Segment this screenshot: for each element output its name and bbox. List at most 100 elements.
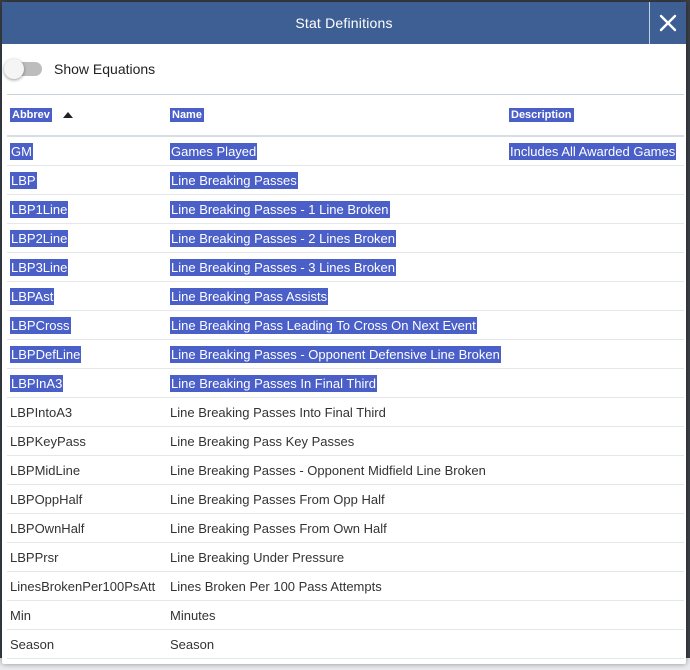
cell-abbrev-text: LBPPrsr <box>10 549 59 565</box>
cell-abbrev: LBP <box>7 165 167 195</box>
cell-description-text: Includes All Awarded Games <box>509 142 677 160</box>
cell-name-text: Line Breaking Passes From Own Half <box>170 520 387 536</box>
table-row[interactable]: LBPIntoA3 Line Breaking Passes Into Final… <box>7 397 684 427</box>
table-row[interactable]: LBPCross Line Breaking Pass Leading To Cr… <box>7 310 684 340</box>
cell-description <box>506 629 684 659</box>
toggle-knob <box>4 59 24 79</box>
table-body: GM Games Played Includes All Awarded Games… <box>7 136 684 659</box>
table-row[interactable]: LBPInA3 Line Breaking Passes In Final Thi… <box>7 368 684 398</box>
column-header-abbrev-label: Abbrev <box>10 108 52 122</box>
cell-description <box>506 368 684 398</box>
cell-name-text: Line Breaking Passes - Opponent Defensiv… <box>170 345 501 363</box>
cell-name-text: Season <box>170 636 215 652</box>
column-header-name[interactable]: Name <box>167 95 506 137</box>
table-row[interactable]: LBPPrsr Line Breaking Under Pressure <box>7 542 684 572</box>
cell-name-text: Line Breaking Passes - 2 Lines Broken <box>170 229 397 247</box>
table-row[interactable]: LBP1Line Line Breaking Passes - 1 Line Br… <box>7 194 684 224</box>
column-header-abbrev[interactable]: Abbrev <box>7 95 167 137</box>
table-row[interactable]: LBPMidLine Line Breaking Passes - Opponen… <box>7 455 684 485</box>
cell-abbrev: LBPDefLine <box>7 339 167 369</box>
table-row[interactable]: LBP2Line Line Breaking Passes - 2 Lines B… <box>7 223 684 253</box>
cell-description <box>506 310 684 340</box>
cell-abbrev-text: LBPAst <box>10 287 55 305</box>
table-row[interactable]: LBP Line Breaking Passes <box>7 165 684 195</box>
cell-abbrev: LinesBrokenPer100PsAtt <box>7 571 167 601</box>
cell-name: Season <box>167 629 506 659</box>
table-row[interactable]: LBPDefLine Line Breaking Passes - Opponen… <box>7 339 684 369</box>
stat-definitions-dialog: Stat Definitions Show Equations Abbrev N… <box>2 2 686 664</box>
cell-name: Line Breaking Passes Into Final Third <box>167 397 506 427</box>
cell-abbrev: LBP1Line <box>7 194 167 224</box>
stat-table: Abbrev Name Description GM Games Played In… <box>7 95 684 659</box>
cell-name: Line Breaking Passes - 3 Lines Broken <box>167 252 506 282</box>
cell-abbrev: LBP3Line <box>7 252 167 282</box>
cell-abbrev: LBPAst <box>7 281 167 311</box>
cell-abbrev: LBPMidLine <box>7 455 167 485</box>
cell-abbrev-text: LBPOppHalf <box>10 491 83 507</box>
cell-abbrev-text: LBPOwnHalf <box>10 520 85 536</box>
dialog-title: Stat Definitions <box>295 15 393 31</box>
cell-name-text: Line Breaking Passes - 3 Lines Broken <box>170 258 397 276</box>
cell-abbrev-text: LBP <box>10 171 37 189</box>
cell-description <box>506 223 684 253</box>
cell-abbrev: LBPCross <box>7 310 167 340</box>
cell-description <box>506 252 684 282</box>
cell-description <box>506 281 684 311</box>
cell-description <box>506 339 684 369</box>
cell-abbrev-text: LBPCross <box>10 316 71 334</box>
cell-name-text: Line Breaking Passes Into Final Third <box>170 404 386 420</box>
cell-abbrev-text: LinesBrokenPer100PsAtt <box>10 578 156 594</box>
cell-abbrev-text: LBPKeyPass <box>10 433 86 449</box>
show-equations-label: Show Equations <box>54 61 156 77</box>
cell-name: Line Breaking Passes - Opponent Midfield… <box>167 455 506 485</box>
cell-name: Line Breaking Passes From Opp Half <box>167 484 506 514</box>
cell-name-text: Line Breaking Pass Key Passes <box>170 433 355 449</box>
table-row[interactable]: LBPAst Line Breaking Pass Assists <box>7 281 684 311</box>
cell-name: Line Breaking Pass Assists <box>167 281 506 311</box>
cell-abbrev: LBPOwnHalf <box>7 513 167 543</box>
cell-abbrev: LBPKeyPass <box>7 426 167 456</box>
table-row[interactable]: Min Minutes <box>7 600 684 630</box>
cell-name-text: Line Breaking Passes In Final Third <box>170 374 377 392</box>
table-row[interactable]: Season Season <box>7 629 684 659</box>
cell-abbrev: Season <box>7 629 167 659</box>
cell-abbrev-text: Min <box>10 607 31 623</box>
cell-abbrev: Min <box>7 600 167 630</box>
cell-abbrev: LBPInA3 <box>7 368 167 398</box>
cell-name-text: Line Breaking Passes <box>170 171 298 189</box>
table-row[interactable]: LinesBrokenPer100PsAtt Lines Broken Per 1… <box>7 571 684 601</box>
cell-name-text: Line Breaking Under Pressure <box>170 549 345 565</box>
cell-name: Line Breaking Passes <box>167 165 506 195</box>
cell-abbrev-text: Season <box>10 636 55 652</box>
cell-abbrev-text: LBPInA3 <box>10 374 64 392</box>
table-row[interactable]: LBP3Line Line Breaking Passes - 3 Lines B… <box>7 252 684 282</box>
close-button[interactable] <box>649 2 686 44</box>
cell-name: Line Breaking Pass Key Passes <box>167 426 506 456</box>
cell-description <box>506 426 684 456</box>
cell-abbrev: LBPOppHalf <box>7 484 167 514</box>
cell-abbrev-text: LBPIntoA3 <box>10 404 73 420</box>
cell-name-text: Line Breaking Passes - Opponent Midfield… <box>170 462 486 478</box>
cell-description <box>506 600 684 630</box>
cell-description <box>506 397 684 427</box>
table-header-row: Abbrev Name Description <box>7 95 684 137</box>
cell-name: Games Played <box>167 136 506 166</box>
cell-description <box>506 571 684 601</box>
cell-name-text: Lines Broken Per 100 Pass Attempts <box>170 578 382 594</box>
cell-name: Line Breaking Pass Leading To Cross On N… <box>167 310 506 340</box>
table-row[interactable]: LBPOwnHalf Line Breaking Passes From Own … <box>7 513 684 543</box>
column-header-description-label: Description <box>509 108 574 122</box>
cell-name: Line Breaking Passes - 2 Lines Broken <box>167 223 506 253</box>
table-row[interactable]: LBPKeyPass Line Breaking Pass Key Passes <box>7 426 684 456</box>
stat-table-container: Abbrev Name Description GM Games Played In… <box>7 94 684 659</box>
column-header-description[interactable]: Description <box>506 95 684 137</box>
cell-name-text: Games Played <box>170 142 258 160</box>
table-row[interactable]: GM Games Played Includes All Awarded Games <box>7 136 684 166</box>
cell-name: Line Breaking Passes - 1 Line Broken <box>167 194 506 224</box>
cell-name-text: Line Breaking Passes From Opp Half <box>170 491 385 507</box>
show-equations-toggle[interactable] <box>4 59 42 79</box>
cell-name-text: Minutes <box>170 607 216 623</box>
cell-name: Line Breaking Passes In Final Third <box>167 368 506 398</box>
cell-description <box>506 455 684 485</box>
table-row[interactable]: LBPOppHalf Line Breaking Passes From Opp … <box>7 484 684 514</box>
